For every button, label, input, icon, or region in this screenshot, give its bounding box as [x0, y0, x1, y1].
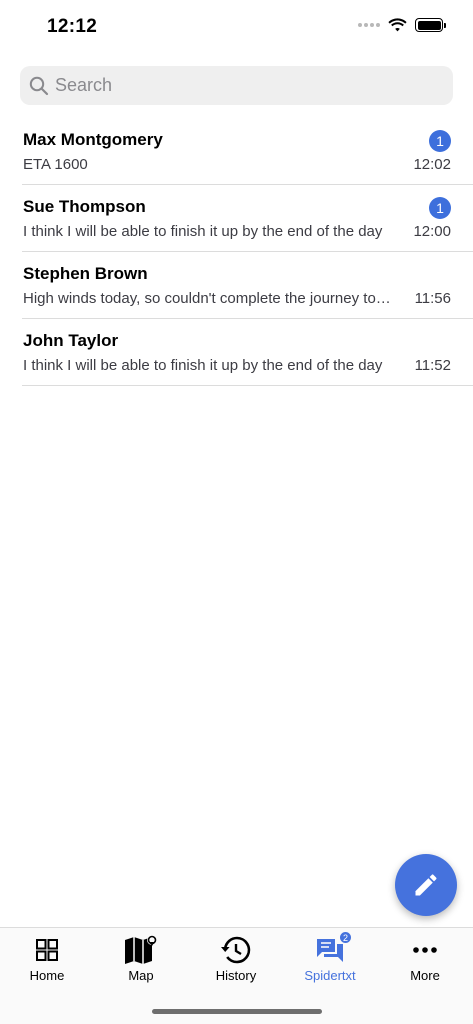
search-icon	[29, 76, 49, 95]
chat-preview: High winds today, so couldn't complete t…	[23, 290, 395, 307]
chat-time: 11:56	[414, 290, 451, 307]
chat-preview: I think I will be able to finish it up b…	[23, 357, 383, 374]
tab-home[interactable]: Home	[0, 935, 94, 991]
chat-time: 12:02	[413, 156, 451, 173]
unread-badge: 1	[429, 130, 451, 152]
compose-button[interactable]	[395, 854, 457, 916]
unread-badge: 1	[429, 197, 451, 219]
chat-preview: I think I will be able to finish it up b…	[23, 223, 383, 240]
status-bar: 12:12	[0, 0, 473, 54]
tab-label: Spidertxt	[304, 968, 356, 983]
grid-icon	[36, 939, 58, 961]
signal-icon	[358, 23, 380, 27]
chat-list: Max Montgomery 1 ETA 1600 12:02 Sue Thom…	[0, 118, 473, 386]
chat-row[interactable]: Sue Thompson 1 I think I will be able to…	[22, 185, 473, 252]
home-indicator	[152, 1009, 322, 1014]
history-icon	[221, 936, 251, 964]
chat-time: 12:00	[413, 223, 451, 240]
search-placeholder: Search	[55, 75, 113, 95]
tab-history[interactable]: History	[189, 935, 283, 991]
tab-label: Map	[128, 968, 154, 983]
pencil-icon	[415, 874, 437, 896]
search-input[interactable]: Search	[20, 66, 453, 105]
chat-time: 11:52	[414, 357, 451, 374]
tab-map[interactable]: Map	[94, 935, 188, 991]
status-time: 12:12	[47, 16, 98, 37]
tab-more[interactable]: More	[378, 935, 472, 991]
chat-name: Stephen Brown	[23, 264, 148, 283]
wifi-icon	[388, 18, 407, 32]
tab-label: Home	[29, 968, 65, 983]
tab-label: More	[410, 968, 440, 983]
tab-label: History	[215, 968, 257, 983]
tab-badge: 2	[339, 931, 352, 944]
chat-row[interactable]: Max Montgomery 1 ETA 1600 12:02	[22, 118, 473, 185]
chat-name: Sue Thompson	[23, 197, 146, 216]
map-icon	[125, 935, 157, 964]
chat-row[interactable]: Stephen Brown High winds today, so could…	[22, 252, 473, 319]
battery-icon	[415, 18, 446, 32]
tab-spidertxt[interactable]: 2 Spidertxt	[283, 931, 377, 991]
chat-name: Max Montgomery	[23, 130, 163, 149]
chat-row[interactable]: John Taylor I think I will be able to fi…	[22, 319, 473, 386]
chat-preview: ETA 1600	[23, 156, 88, 173]
status-icons	[358, 18, 446, 32]
more-icon	[413, 947, 437, 953]
chat-name: John Taylor	[23, 331, 119, 350]
